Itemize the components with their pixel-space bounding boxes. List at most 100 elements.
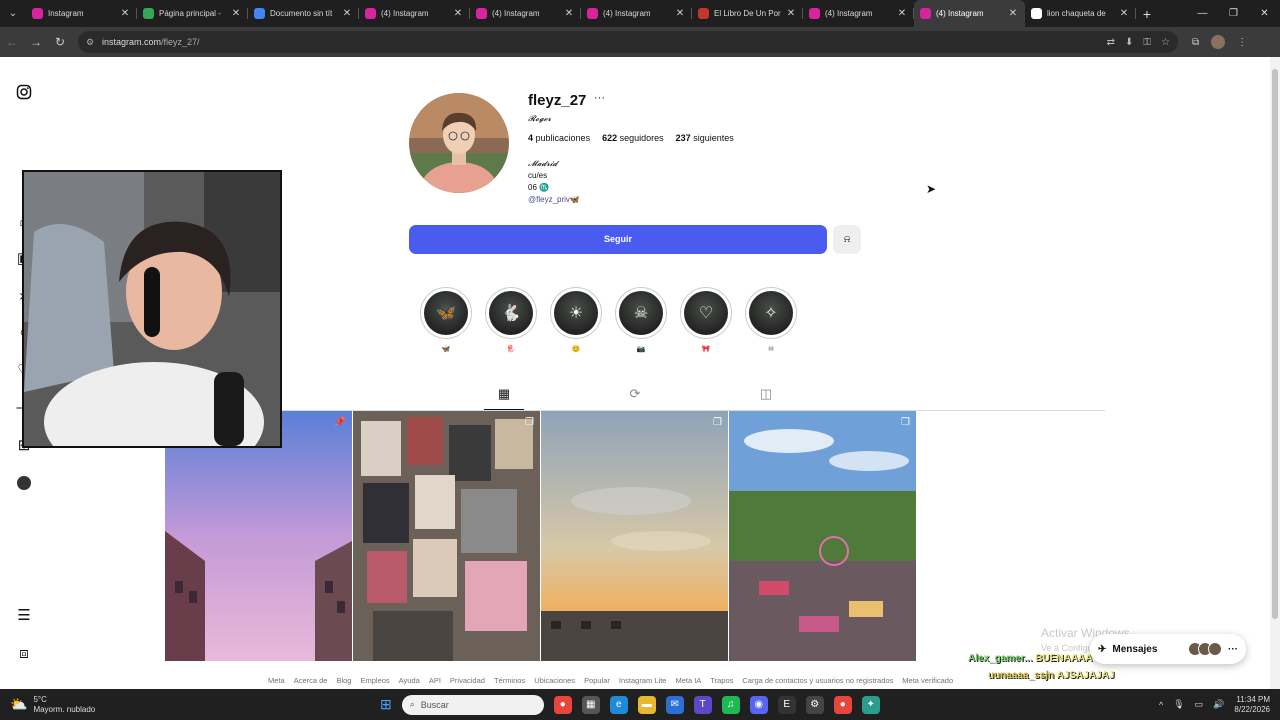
post-thumbnail[interactable]: ❐ [541, 411, 728, 661]
tab-close-icon[interactable]: ✕ [230, 8, 242, 19]
browser-tab[interactable]: Documento sin tít ✕ [248, 0, 359, 27]
nav-profile-avatar[interactable] [17, 476, 31, 490]
edge-icon[interactable]: e [609, 695, 628, 714]
footer-link[interactable]: Términos [494, 676, 525, 685]
browser-tab[interactable]: (4) Instagram ✕ [359, 0, 470, 27]
suggested-users-icon[interactable]: ⍾ [833, 225, 861, 254]
story-highlight[interactable]: 🐇 🪼 [485, 287, 537, 354]
steam-icon[interactable]: ⚙ [805, 695, 824, 714]
browser-tab[interactable]: Página principal - ✕ [137, 0, 248, 27]
mail-icon[interactable]: ✉ [665, 695, 684, 714]
password-key-icon[interactable]: ⚿ [1143, 37, 1151, 48]
tab-search-icon[interactable]: ⌄ [0, 0, 26, 27]
browser-tab[interactable]: (4) Instagram ✕ [470, 0, 581, 27]
tab-close-icon[interactable]: ✕ [119, 8, 131, 19]
url-input[interactable]: ⚙ instagram.com/fleyz_27/ ⇄ ⬇ ⚿ ☆ [78, 31, 1178, 53]
follow-button[interactable]: Seguir [409, 225, 827, 254]
clock[interactable]: 11:34 PM 8/22/2026 [1234, 695, 1270, 715]
volume-icon[interactable]: 🔊 [1213, 699, 1224, 710]
back-icon[interactable]: ← [0, 35, 24, 49]
forward-icon[interactable]: → [24, 35, 48, 49]
site-info-icon[interactable]: ⚙ [86, 37, 98, 48]
story-highlight[interactable]: ✧ ♾ [745, 287, 797, 354]
new-tab-button[interactable]: + [1136, 6, 1158, 22]
footer-link[interactable]: Instagram Lite [619, 676, 667, 685]
more-options-icon[interactable]: ··· [594, 92, 605, 104]
post-thumbnail[interactable]: ❐ [353, 411, 540, 661]
browser-menu-icon[interactable]: ⋮ [1237, 37, 1247, 48]
footer-link[interactable]: Acerca de [294, 676, 328, 685]
browser-tab[interactable]: Instagram ✕ [26, 0, 137, 27]
footer-link[interactable]: API [429, 676, 441, 685]
instagram-logo-icon[interactable] [16, 84, 32, 100]
scroll-thumb[interactable] [1272, 69, 1278, 619]
tab-close-icon[interactable]: ✕ [563, 8, 575, 19]
post-thumbnail[interactable]: ❐ [729, 411, 916, 661]
footer-link[interactable]: Meta [268, 676, 285, 685]
tab-close-icon[interactable]: ✕ [896, 8, 908, 19]
install-icon[interactable]: ⬇ [1125, 37, 1133, 48]
messages-more-icon[interactable]: ··· [1228, 644, 1238, 655]
browser-tab[interactable]: (4) Instagram ✕ [803, 0, 914, 27]
tab-close-icon[interactable]: ✕ [785, 8, 797, 19]
post-thumbnail[interactable]: 📌 [165, 411, 352, 661]
spotify-icon[interactable]: ♫ [721, 695, 740, 714]
tab-close-icon[interactable]: ✕ [674, 8, 686, 19]
taskbar-search[interactable]: ⌕ Buscar [401, 694, 544, 715]
bookmark-star-icon[interactable]: ☆ [1161, 37, 1170, 48]
app-icon[interactable]: ✦ [861, 695, 880, 714]
story-highlight[interactable]: ♡ 🎀 [680, 287, 732, 354]
tagged-icon[interactable]: ◫ [756, 386, 776, 406]
footer-link[interactable]: Trapos [710, 676, 733, 685]
browser-tab[interactable]: (4) Instagram ✕ [914, 0, 1025, 27]
page-scrollbar[interactable] [1270, 57, 1280, 689]
minimize-icon[interactable]: — [1187, 8, 1218, 19]
bio-link[interactable]: @fleyz_priv🦋 [528, 194, 580, 206]
discord-icon[interactable]: ◉ [749, 695, 768, 714]
tab-close-icon[interactable]: ✕ [452, 8, 464, 19]
footer-link[interactable]: Carga de contactos y usuarios no registr… [742, 676, 893, 685]
extensions-icon[interactable]: ⧉ [1192, 37, 1199, 48]
windows-start-icon[interactable]: ⊞ [380, 696, 392, 713]
mic-icon[interactable]: 🎙 [1173, 699, 1184, 710]
footer-link[interactable]: Meta IA [675, 676, 701, 685]
profile-picture[interactable] [409, 93, 509, 193]
file-explorer-icon[interactable]: ▬ [637, 695, 656, 714]
footer-link[interactable]: Meta verificado [902, 676, 953, 685]
weather-widget[interactable]: ⛅ 5°C Mayorm. nublado [0, 695, 200, 715]
also-from-meta-icon[interactable]: ⧈ [16, 646, 32, 662]
network-icon[interactable]: ▭ [1195, 699, 1204, 710]
teams-icon[interactable]: T [693, 695, 712, 714]
story-highlight[interactable]: 🦋 🦋 [420, 287, 472, 354]
posts-grid-icon[interactable]: ▦ [494, 386, 514, 406]
footer-link[interactable]: Popular [584, 676, 610, 685]
reload-icon[interactable]: ↻ [48, 35, 72, 49]
epic-games-icon[interactable]: E [777, 695, 796, 714]
messages-button[interactable]: ✈ Mensajes ··· [1090, 634, 1246, 664]
tray-expand-icon[interactable]: ^ [1159, 700, 1163, 710]
browser-tab[interactable]: (4) Instagram ✕ [581, 0, 692, 27]
following-stat[interactable]: 237 siguientes [676, 133, 734, 143]
profile-avatar[interactable] [1211, 35, 1226, 49]
chrome-active-icon[interactable]: ● [833, 695, 852, 714]
footer-link[interactable]: Privacidad [450, 676, 485, 685]
footer-link[interactable]: Ubicaciones [534, 676, 575, 685]
followers-stat[interactable]: 622 seguidores [602, 133, 664, 143]
story-highlight[interactable]: ☠ 📷 [615, 287, 667, 354]
browser-tab[interactable]: lion chaqueta de ✕ [1025, 0, 1136, 27]
close-window-icon[interactable]: ✕ [1249, 8, 1280, 19]
tab-close-icon[interactable]: ✕ [1118, 8, 1130, 19]
translate-icon[interactable]: ⇄ [1107, 37, 1115, 48]
tab-close-icon[interactable]: ✕ [1007, 8, 1019, 19]
story-highlight[interactable]: ☀ 😊 [550, 287, 602, 354]
reposts-icon[interactable]: ⟳ [625, 386, 645, 406]
store-icon[interactable]: ▦ [581, 695, 600, 714]
maximize-icon[interactable]: ❐ [1218, 8, 1249, 19]
footer-link[interactable]: Empleos [360, 676, 389, 685]
footer-link[interactable]: Ayuda [399, 676, 420, 685]
menu-icon[interactable]: ☰ [16, 608, 32, 624]
chrome-icon[interactable]: ● [553, 695, 572, 714]
footer-link[interactable]: Blog [336, 676, 351, 685]
browser-tab[interactable]: El Libro De Un Por ✕ [692, 0, 803, 27]
tab-close-icon[interactable]: ✕ [341, 8, 353, 19]
